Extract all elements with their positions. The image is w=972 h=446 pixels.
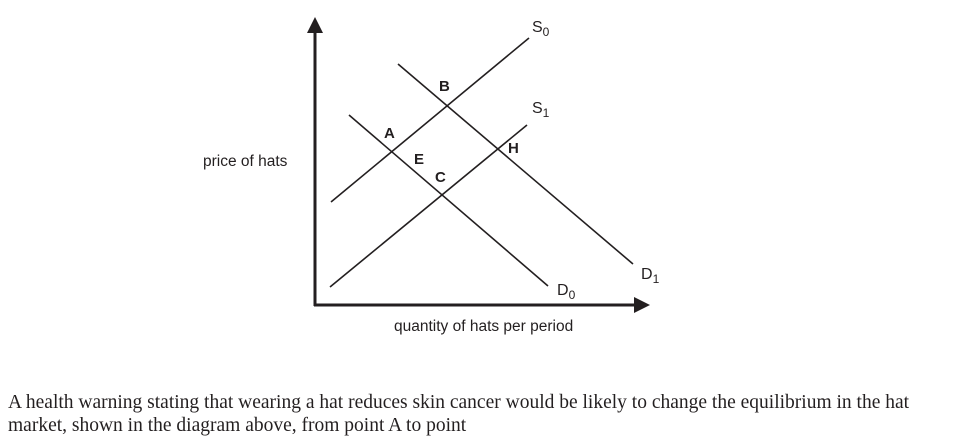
point-label-a: A	[384, 125, 395, 142]
question-text: A health warning stating that wearing a …	[8, 392, 910, 436]
label-d1: D1	[641, 266, 660, 286]
label-d0: D0	[557, 282, 576, 302]
point-label-h: H	[508, 140, 519, 157]
point-label-b: B	[439, 78, 450, 95]
label-s1: S1	[532, 100, 550, 120]
y-axis-arrowhead	[307, 17, 323, 33]
x-axis-label: quantity of hats per period	[394, 318, 573, 335]
x-axis-arrowhead	[634, 297, 650, 313]
point-label-c: C	[435, 169, 446, 186]
label-s0: S0	[532, 19, 550, 39]
point-label-e: E	[414, 151, 424, 168]
demand-curve-d1	[397, 63, 634, 265]
y-axis-label: price of hats	[203, 153, 288, 170]
supply-curve-s0	[330, 37, 530, 203]
supply-demand-diagram: S0 S1 D0 D1 B A H E C price of hats quan…	[203, 17, 660, 335]
